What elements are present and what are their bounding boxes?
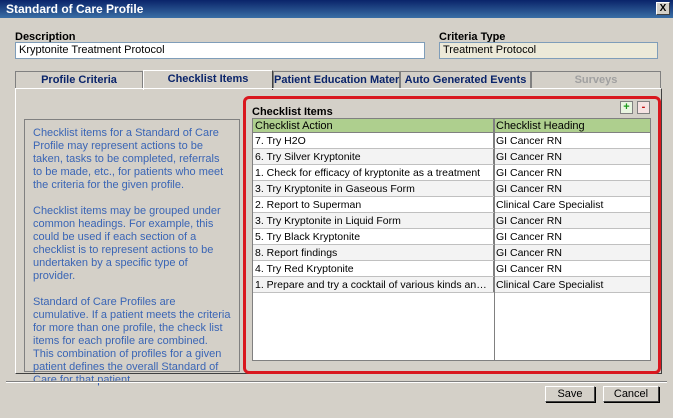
column-header-action[interactable]: Checklist Action <box>253 119 494 132</box>
tab-strip: Profile Criteria Checklist Items Patient… <box>15 70 662 90</box>
table-row[interactable]: 3. Try Kryptonite in Liquid Form GI Cance… <box>253 213 650 229</box>
tab-profile-criteria[interactable]: Profile Criteria <box>15 71 143 89</box>
column-header-heading[interactable]: Checklist Heading <box>494 119 650 132</box>
table-body: 7. Try H2O GI Cancer RN 6. Try Silver Kry… <box>253 133 650 293</box>
table-row[interactable]: 4. Try Red Kryptonite GI Cancer RN <box>253 261 650 277</box>
cell-heading: GI Cancer RN <box>496 183 562 195</box>
table-row[interactable]: 3. Try Kryptonite in Gaseous Form GI Canc… <box>253 181 650 197</box>
table-row[interactable]: 1. Prepare and try a cocktail of various… <box>253 277 650 293</box>
help-paragraph: Checklist items may be grouped under com… <box>33 205 221 282</box>
minus-icon: - <box>641 101 646 113</box>
checklist-table: Checklist Action Checklist Heading 7. Tr… <box>252 118 651 361</box>
cell-action: 2. Report to Superman <box>253 197 494 212</box>
table-row[interactable]: 6. Try Silver Kryptonite GI Cancer RN <box>253 149 650 165</box>
cell-heading: GI Cancer RN <box>496 215 562 227</box>
cell-heading: GI Cancer RN <box>496 231 562 243</box>
cell-action: 4. Try Red Kryptonite <box>253 261 494 276</box>
checklist-title: Checklist Items <box>252 106 333 118</box>
window-title: Standard of Care Profile <box>6 2 144 16</box>
window-titlebar: Standard of Care Profile X <box>0 0 673 18</box>
tab-checklist-items[interactable]: Checklist Items <box>143 70 273 90</box>
cancel-button[interactable]: Cancel <box>603 386 659 402</box>
table-row[interactable]: 2. Report to Superman Clinical Care Speci… <box>253 197 650 213</box>
remove-item-button[interactable]: - <box>637 101 650 114</box>
close-icon: X <box>659 3 667 14</box>
column-divider <box>494 119 495 360</box>
close-button[interactable]: X <box>656 2 670 15</box>
cell-heading: GI Cancer RN <box>496 247 562 259</box>
bottom-divider <box>6 381 667 383</box>
tab-auto-generated-events[interactable]: Auto Generated Events <box>400 71 531 89</box>
help-paragraph: Checklist items for a Standard of Care P… <box>33 127 224 191</box>
cell-heading: GI Cancer RN <box>496 151 562 163</box>
cell-action: 1. Prepare and try a cocktail of various… <box>255 277 494 292</box>
cell-heading: GI Cancer RN <box>496 263 562 275</box>
table-row[interactable]: 7. Try H2O GI Cancer RN <box>253 133 650 149</box>
cell-action: 3. Try Kryptonite in Liquid Form <box>253 213 494 228</box>
table-row[interactable]: 5. Try Black Kryptonite GI Cancer RN <box>253 229 650 245</box>
cell-action: 6. Try Silver Kryptonite <box>253 149 494 164</box>
table-row[interactable]: 1. Check for efficacy of kryptonite as a… <box>253 165 650 181</box>
cell-action: 1. Check for efficacy of kryptonite as a… <box>253 165 494 180</box>
tab-patient-education-materials[interactable]: Patient Education Materials <box>273 71 418 89</box>
cell-heading: Clinical Care Specialist <box>496 199 604 211</box>
cell-heading: GI Cancer RN <box>496 135 562 147</box>
help-paragraph: Standard of Care Profiles are cumulative… <box>33 296 231 386</box>
add-item-button[interactable]: + <box>620 101 633 114</box>
cell-heading: Clinical Care Specialist <box>496 279 604 291</box>
criteria-type-field: Treatment Protocol <box>439 42 658 59</box>
cell-action: 3. Try Kryptonite in Gaseous Form <box>253 181 494 196</box>
tab-surveys: Surveys <box>531 71 661 89</box>
table-header: Checklist Action Checklist Heading <box>253 119 650 133</box>
cell-heading: GI Cancer RN <box>496 167 562 179</box>
save-button[interactable]: Save <box>545 386 595 402</box>
cell-action: 7. Try H2O <box>253 133 494 148</box>
plus-icon: + <box>623 101 630 113</box>
description-field[interactable]: Kryptonite Treatment Protocol <box>15 42 425 59</box>
cell-action: 5. Try Black Kryptonite <box>253 229 494 244</box>
help-text-box: Checklist items for a Standard of Care P… <box>24 119 240 386</box>
cell-action: 8. Report findings <box>253 245 494 260</box>
table-row[interactable]: 8. Report findings GI Cancer RN <box>253 245 650 261</box>
